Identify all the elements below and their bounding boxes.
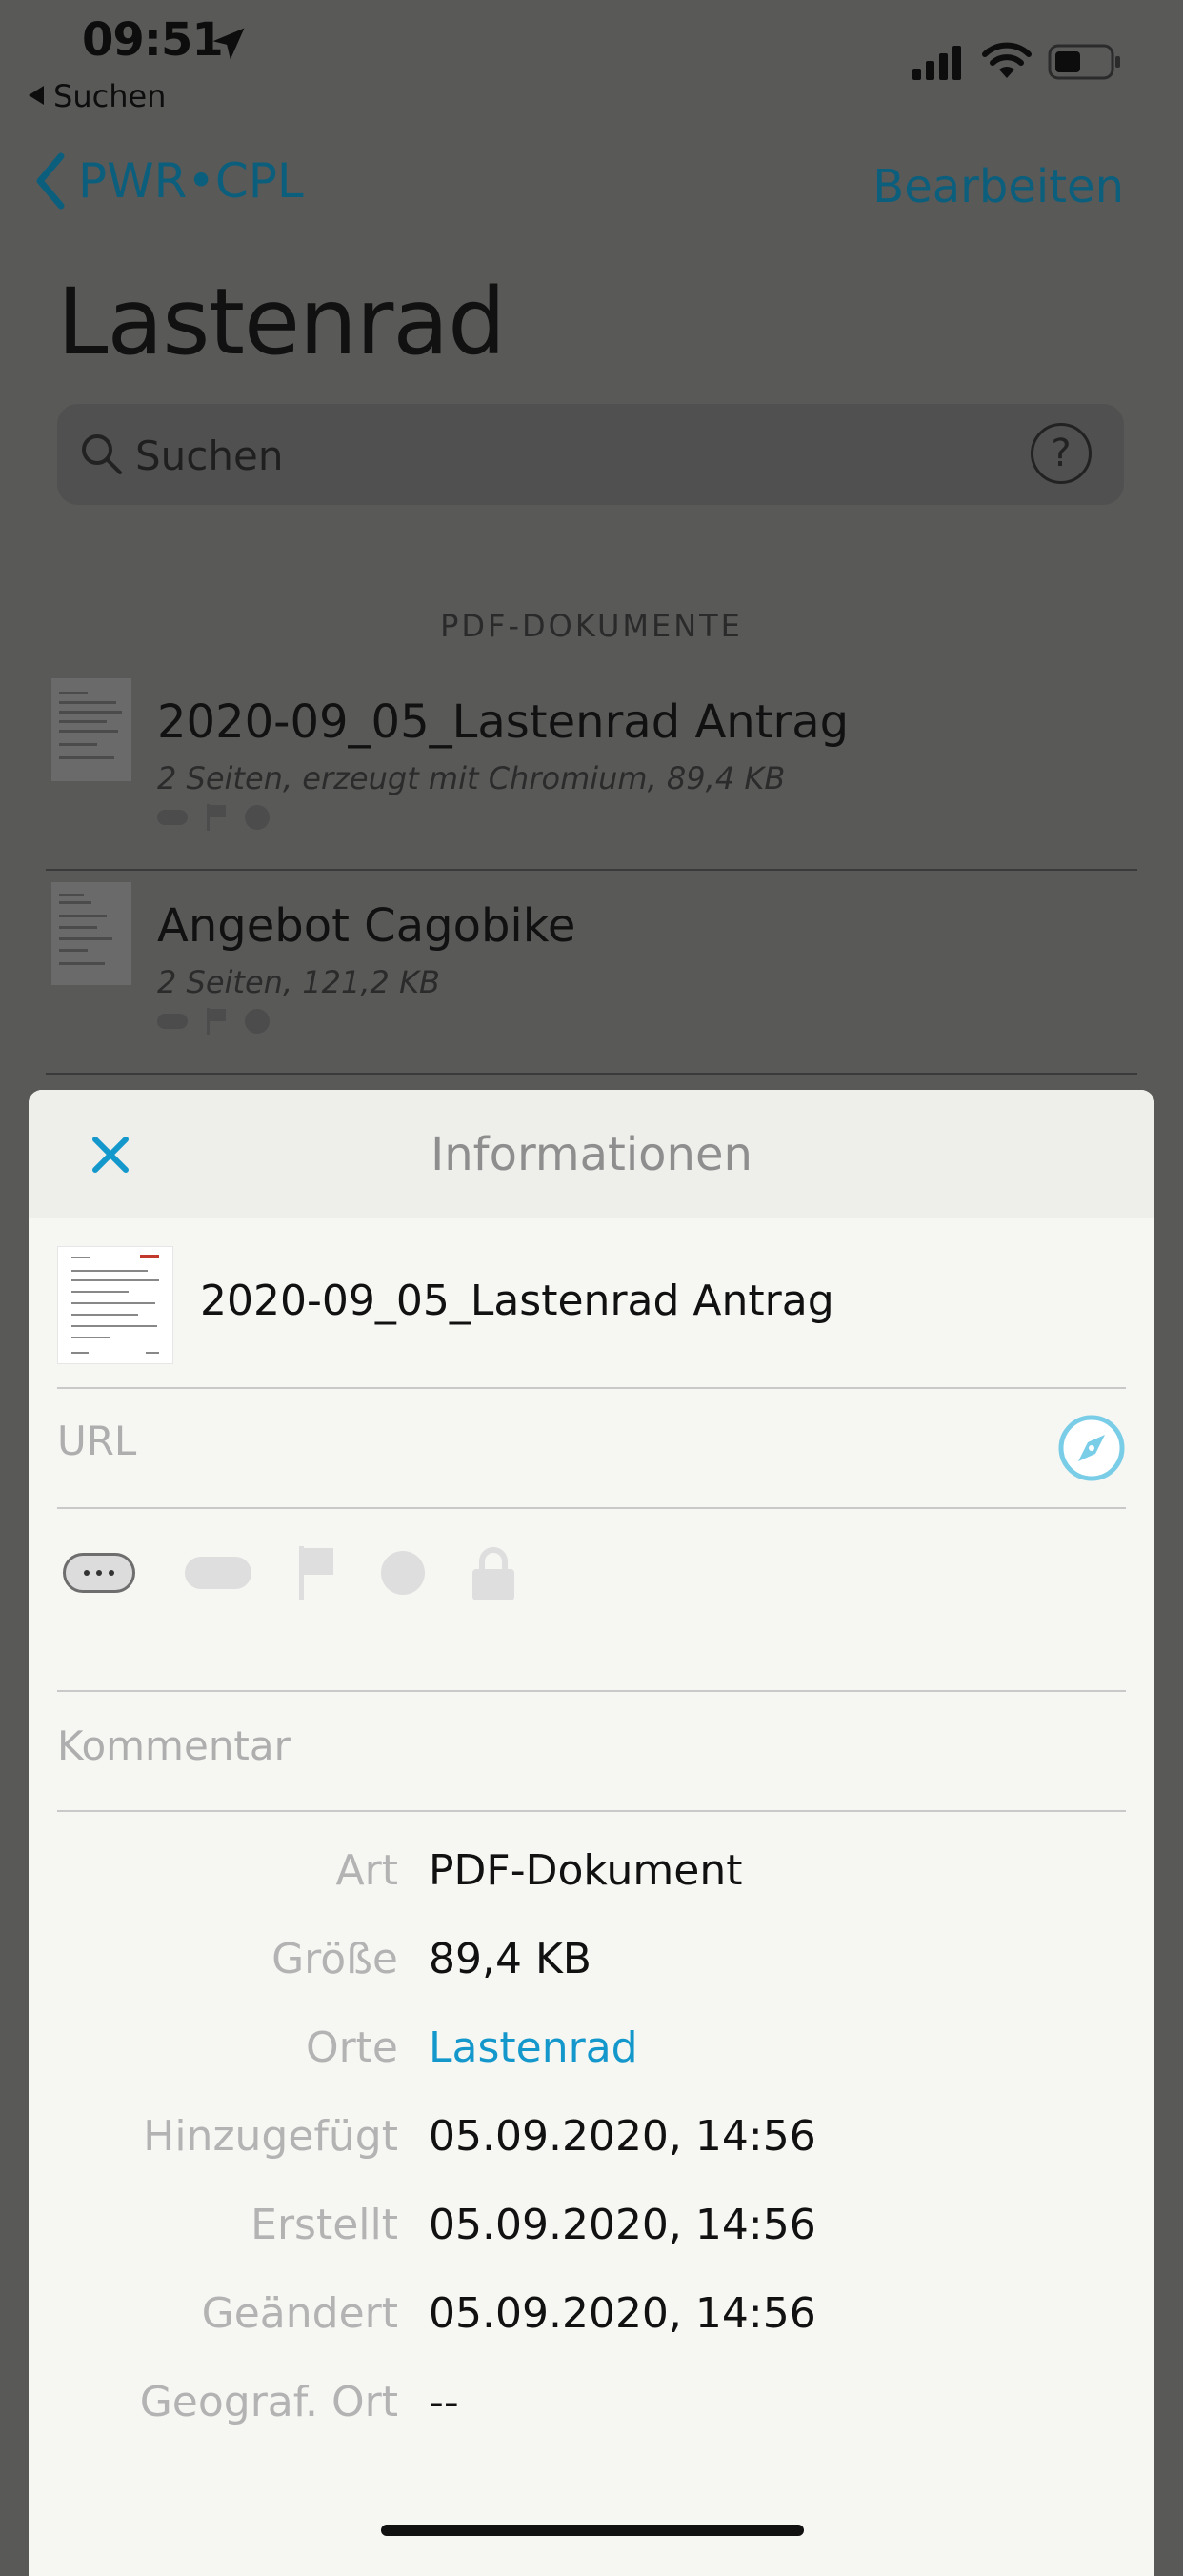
back-triangle-icon bbox=[29, 86, 44, 105]
info-label: Erstellt bbox=[251, 2201, 398, 2249]
location-arrow-icon bbox=[212, 28, 245, 60]
compass-icon[interactable] bbox=[1057, 1414, 1126, 1482]
wifi-icon bbox=[982, 42, 1032, 78]
location-link[interactable]: Lastenrad bbox=[429, 2023, 638, 2072]
search-bar: ? bbox=[57, 404, 1124, 505]
lock-icon[interactable] bbox=[471, 1545, 516, 1600]
info-label: Geograf. Ort bbox=[139, 2378, 398, 2426]
page-title: Lastenrad bbox=[57, 269, 506, 375]
info-label: Hinzugefügt bbox=[143, 2112, 398, 2161]
signal-icon bbox=[912, 46, 961, 80]
comment-field[interactable]: Kommentar bbox=[57, 1722, 291, 1769]
chevron-left-icon bbox=[36, 152, 65, 210]
info-row-modified: Geändert 05.09.2020, 14:56 bbox=[29, 2289, 1154, 2365]
info-row-geolocation: Geograf. Ort -- bbox=[29, 2378, 1154, 2454]
back-to-app-button[interactable]: Suchen bbox=[29, 78, 166, 114]
label-dot-icon bbox=[245, 805, 270, 830]
status-time: 09:51 bbox=[82, 13, 224, 67]
tag-icon bbox=[157, 810, 188, 825]
document-labels bbox=[157, 1008, 270, 1035]
document-labels bbox=[157, 804, 270, 831]
divider bbox=[57, 1387, 1126, 1389]
info-label: Art bbox=[335, 1846, 398, 1895]
info-value: -- bbox=[429, 2378, 459, 2426]
info-row-size: Größe 89,4 KB bbox=[29, 1935, 1154, 2011]
tag-icon[interactable] bbox=[185, 1557, 251, 1589]
document-thumbnail bbox=[51, 678, 131, 781]
sheet-title: Informationen bbox=[431, 1128, 752, 1181]
back-app-label: Suchen bbox=[53, 78, 167, 114]
search-input[interactable] bbox=[133, 421, 994, 490]
info-label: Größe bbox=[271, 1935, 398, 1983]
document-title: Angebot Cagobike bbox=[157, 899, 576, 953]
flag-icon bbox=[207, 804, 226, 831]
home-indicator[interactable] bbox=[381, 2525, 804, 2536]
tag-icon bbox=[157, 1014, 188, 1029]
info-value: PDF-Dokument bbox=[429, 1846, 743, 1895]
more-icon[interactable] bbox=[63, 1553, 135, 1593]
url-field[interactable]: URL bbox=[57, 1418, 136, 1464]
info-value: 05.09.2020, 14:56 bbox=[429, 2112, 816, 2161]
search-icon bbox=[82, 434, 122, 474]
info-row-type: Art PDF-Dokument bbox=[29, 1846, 1154, 1922]
info-value: 05.09.2020, 14:56 bbox=[429, 2289, 816, 2338]
flag-icon bbox=[207, 1008, 226, 1035]
file-thumbnail bbox=[57, 1246, 173, 1364]
info-label: Orte bbox=[305, 2023, 398, 2072]
document-meta: 2 Seiten, erzeugt mit Chromium, 89,4 KB bbox=[157, 760, 786, 796]
section-header: PDF-DOKUMENTE bbox=[440, 608, 743, 644]
info-value: 05.09.2020, 14:56 bbox=[429, 2201, 816, 2249]
divider bbox=[57, 1690, 1126, 1692]
edit-button[interactable]: Bearbeiten bbox=[872, 160, 1124, 213]
info-row-created: Erstellt 05.09.2020, 14:56 bbox=[29, 2201, 1154, 2277]
document-meta: 2 Seiten, 121,2 KB bbox=[157, 964, 440, 1000]
info-row-locations: Orte Lastenrad bbox=[29, 2023, 1154, 2100]
battery-icon bbox=[1048, 44, 1120, 80]
label-dot-icon bbox=[245, 1009, 270, 1034]
flag-icon[interactable] bbox=[297, 1546, 335, 1600]
help-icon[interactable]: ? bbox=[1031, 423, 1092, 484]
list-item[interactable]: 2020-09_05_Lastenrad Antrag 2 Seiten, er… bbox=[46, 667, 1137, 871]
nav-back-button[interactable]: PWR•CPL bbox=[32, 151, 304, 211]
info-sheet: Informationen 2020-09_05_Lastenrad Antra… bbox=[29, 1090, 1154, 2576]
divider bbox=[57, 1507, 1126, 1509]
info-label: Geändert bbox=[201, 2289, 398, 2338]
sheet-header: Informationen bbox=[29, 1090, 1154, 1218]
label-dot-icon[interactable] bbox=[381, 1551, 425, 1595]
info-value: 89,4 KB bbox=[429, 1935, 592, 1983]
divider bbox=[57, 1810, 1126, 1812]
nav-back-label: PWR•CPL bbox=[78, 153, 304, 209]
document-title: 2020-09_05_Lastenrad Antrag bbox=[157, 695, 850, 749]
info-row-added: Hinzugefügt 05.09.2020, 14:56 bbox=[29, 2112, 1154, 2188]
file-name: 2020-09_05_Lastenrad Antrag bbox=[200, 1277, 834, 1325]
document-thumbnail bbox=[51, 882, 131, 985]
list-item[interactable]: Angebot Cagobike 2 Seiten, 121,2 KB bbox=[46, 871, 1137, 1075]
label-tags-row bbox=[63, 1545, 516, 1600]
